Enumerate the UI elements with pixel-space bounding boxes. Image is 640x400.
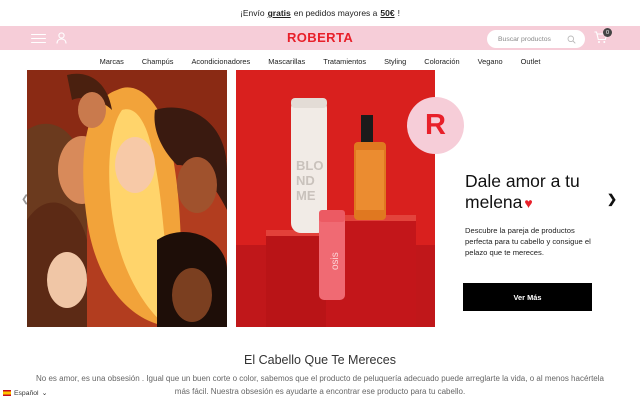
chevron-down-icon: ⌄: [41, 390, 48, 397]
category-nav: Marcas Champús Acondicionadores Mascaril…: [0, 50, 640, 72]
product-photo: BLO ND ME osis: [236, 70, 435, 327]
language-selector[interactable]: Español ⌄: [3, 389, 52, 397]
nav-item-mascarillas[interactable]: Mascarillas: [259, 57, 314, 66]
hero-headline: Dale amor a tu melena ♥: [465, 171, 605, 214]
spain-flag-icon: [3, 390, 11, 396]
cart-count-badge: 0: [603, 28, 612, 37]
section-title: El Cabello Que Te Mereces: [244, 353, 396, 367]
promo-middle: en pedidos mayores a: [293, 8, 378, 18]
site-header: ROBERTA Buscar productos 0: [0, 26, 640, 50]
nav-item-styling[interactable]: Styling: [375, 57, 415, 66]
language-label: Español: [14, 389, 39, 397]
brand-badge: R: [407, 97, 464, 154]
nav-item-coloracion[interactable]: Coloración: [415, 57, 468, 66]
slider-next-arrow-icon[interactable]: ❯: [607, 192, 617, 206]
hero-description: Descubre la pareja de productos perfecta…: [465, 226, 591, 258]
heart-icon: ♥: [524, 195, 533, 211]
hamburger-icon[interactable]: [31, 34, 46, 43]
section-text: No es amor, es una obsesión . Igual que …: [36, 374, 604, 396]
nav-item-marcas[interactable]: Marcas: [91, 57, 133, 66]
ver-mas-button[interactable]: Ver Más: [463, 283, 592, 311]
search-placeholder: Buscar productos: [498, 35, 551, 43]
svg-text:osis: osis: [330, 252, 341, 270]
search-input[interactable]: Buscar productos: [487, 30, 585, 48]
svg-text:ND: ND: [296, 173, 315, 188]
svg-text:ME: ME: [296, 188, 316, 203]
nav-item-tratamientos[interactable]: Tratamientos: [314, 57, 375, 66]
nav-item-vegano[interactable]: Vegano: [469, 57, 512, 66]
brand-logo[interactable]: ROBERTA: [287, 30, 353, 45]
nav-item-acondicionadores[interactable]: Acondicionadores: [182, 57, 259, 66]
user-icon[interactable]: [56, 32, 67, 44]
promo-prefix: ¡Envío: [240, 8, 265, 18]
promo-highlight[interactable]: gratis: [268, 8, 291, 18]
illustration-image: [27, 70, 227, 327]
promo-amount[interactable]: 50€: [380, 8, 394, 18]
nav-item-champus[interactable]: Champús: [133, 57, 183, 66]
promo-suffix: !: [397, 8, 400, 18]
promo-bar: ¡Envío gratis en pedidos mayores a 50€ !: [0, 0, 640, 26]
svg-text:BLO: BLO: [296, 158, 323, 173]
hero-headline-text: Dale amor a tu melena: [465, 171, 580, 212]
cart-button[interactable]: 0: [594, 28, 612, 45]
nav-item-outlet[interactable]: Outlet: [512, 57, 550, 66]
search-icon[interactable]: [567, 35, 576, 44]
hero-slider: ❮ BLO ND ME osis R Dale amor a tu melena…: [0, 70, 640, 328]
